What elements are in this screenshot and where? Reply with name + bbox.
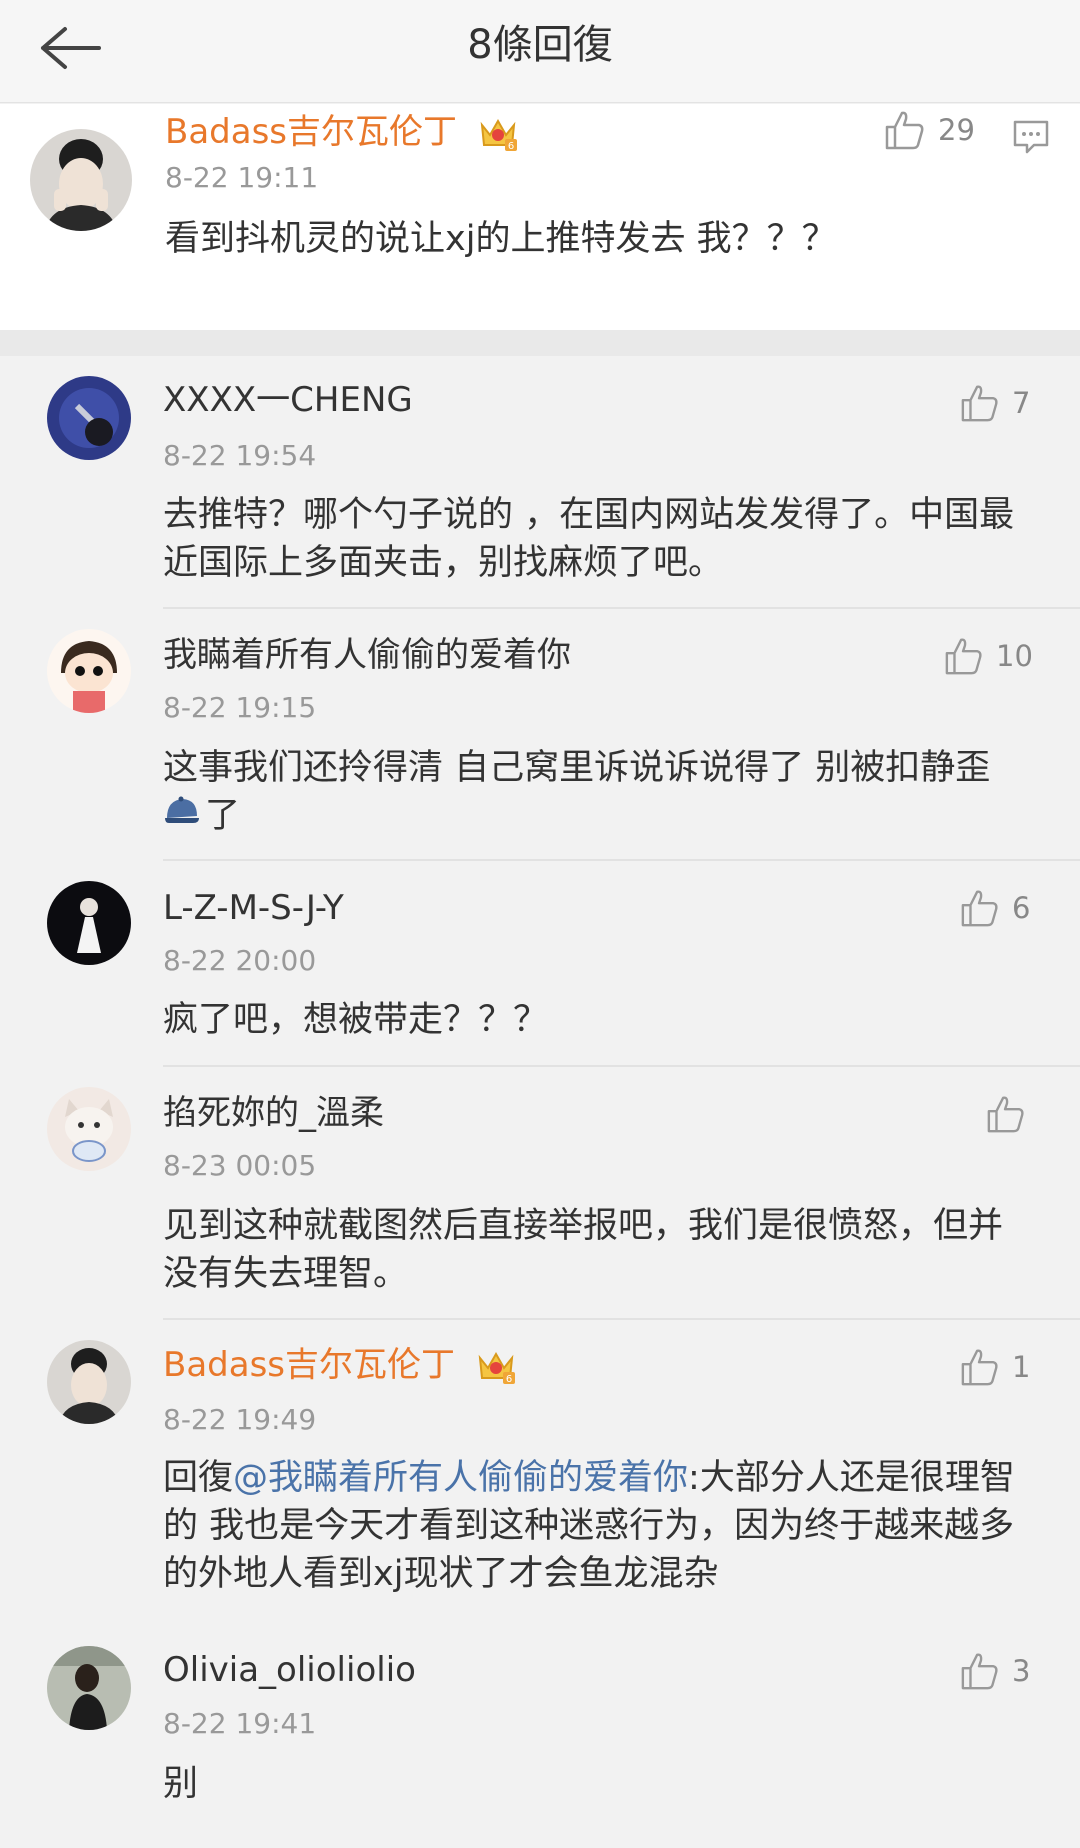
thumbs-up-icon	[885, 111, 924, 150]
thumbs-up-icon	[987, 1096, 1024, 1133]
like-count: 6	[1012, 891, 1031, 925]
vip-crown-icon: 6	[476, 1348, 516, 1386]
comment-time: 8-23 00:05	[163, 1149, 317, 1182]
avatar[interactable]	[30, 129, 132, 231]
like-button[interactable]: 1	[960, 1347, 1030, 1387]
comment-text: 看到抖机灵的说让xj的上推特发去 我？？？	[165, 219, 837, 259]
thumbs-up-icon	[945, 638, 982, 675]
username[interactable]: 掐死妳的_溫柔	[163, 1093, 384, 1133]
username[interactable]: 我瞞着所有人偷偷的爱着你	[163, 635, 571, 675]
list-item: XXXX一CHENG 8-22 19:54 去推特？哪个勺子说的 ，在国内网站发…	[0, 356, 1080, 609]
comment-text: 去推特？哪个勺子说的 ，在国内网站发发得了。中国最 近国际上多面夹击，别找麻烦了…	[163, 495, 1015, 583]
like-count: 10	[996, 639, 1033, 673]
comment-time: 8-22 19:41	[163, 1707, 317, 1740]
section-separator	[0, 330, 1080, 356]
thumbs-up-icon	[961, 1349, 998, 1386]
mention-link[interactable]: @我瞞着所有人偷偷的爱着你	[233, 1458, 688, 1498]
svg-text:6: 6	[506, 1374, 512, 1385]
like-button[interactable]	[986, 1094, 1026, 1134]
list-item: L-Z-M-S-J-Y 8-22 20:00 疯了吧，想被带走？？？ 6	[0, 861, 1080, 1067]
username[interactable]: L-Z-M-S-J-Y	[163, 888, 344, 928]
comment-text: 别	[163, 1764, 199, 1804]
comment-time: 8-22 19:49	[163, 1403, 317, 1436]
username[interactable]: Olivia_olioliolio	[163, 1650, 416, 1690]
comment-text: 见到这种就截图然后直接举报吧，我们是很愤怒，但并 没有失去理智。	[163, 1206, 1004, 1294]
vip-crown-icon: 6	[478, 115, 518, 153]
avatar[interactable]	[47, 1087, 131, 1171]
like-button[interactable]: 10	[944, 636, 1033, 676]
like-button[interactable]: 29	[884, 109, 975, 151]
avatar[interactable]	[47, 881, 131, 965]
like-count: 29	[938, 113, 975, 147]
like-button[interactable]: 7	[960, 383, 1030, 423]
comment-icon	[1013, 120, 1049, 154]
like-count: 1	[1012, 1350, 1031, 1384]
thumbs-up-icon	[961, 890, 998, 927]
svg-text:6: 6	[508, 141, 514, 152]
comment-text: 回復@我瞞着所有人偷偷的爱着你:大部分人还是很理智 的 我也是今天才看到这种迷惑…	[163, 1458, 1015, 1594]
comment-time: 8-22 19:54	[163, 439, 317, 472]
username[interactable]: XXXX一CHENG	[163, 380, 413, 420]
list-item: 掐死妳的_溫柔 8-23 00:05 见到这种就截图然后直接举报吧，我们是很愤怒…	[0, 1067, 1080, 1320]
list-item: 我瞞着所有人偷偷的爱着你 8-22 19:15 这事我们还拎得清 自己窝里诉说诉…	[0, 609, 1080, 861]
username[interactable]: Badass吉尔瓦伦丁 6	[165, 112, 518, 153]
avatar[interactable]	[47, 1646, 131, 1730]
top-bar: 8條回復	[0, 0, 1080, 103]
list-item: Badass吉尔瓦伦丁 6 8-22 19:49 回復@我瞞着所有人偷偷的爱着你…	[0, 1320, 1080, 1622]
cap-emoji-icon	[163, 793, 201, 841]
comment-text: 这事我们还拎得清 自己窝里诉说诉说得了 别被扣静歪 了	[163, 744, 1043, 841]
comment-time: 8-22 20:00	[163, 944, 317, 977]
thumbs-up-icon	[961, 385, 998, 422]
page-title: 8條回復	[467, 22, 613, 68]
main-comment: Badass吉尔瓦伦丁 6 8-22 19:11 看到抖机灵的说让xj的上推特发…	[0, 104, 1080, 330]
like-button[interactable]: 6	[960, 888, 1030, 928]
like-count: 3	[1012, 1654, 1031, 1688]
like-button[interactable]: 3	[960, 1651, 1030, 1691]
comment-time: 8-22 19:15	[163, 691, 317, 724]
comment-text: 疯了吧，想被带走？？？	[163, 1000, 549, 1040]
like-count: 7	[1012, 386, 1031, 420]
list-item: Olivia_olioliolio 8-22 19:41 别 3	[0, 1622, 1080, 1848]
reply-button[interactable]	[1012, 119, 1050, 159]
avatar[interactable]	[47, 376, 131, 460]
thumbs-up-icon	[961, 1653, 998, 1690]
avatar[interactable]	[47, 1340, 131, 1424]
comment-time: 8-22 19:11	[165, 161, 319, 194]
avatar[interactable]	[47, 629, 131, 713]
username[interactable]: Badass吉尔瓦伦丁 6	[163, 1345, 516, 1386]
